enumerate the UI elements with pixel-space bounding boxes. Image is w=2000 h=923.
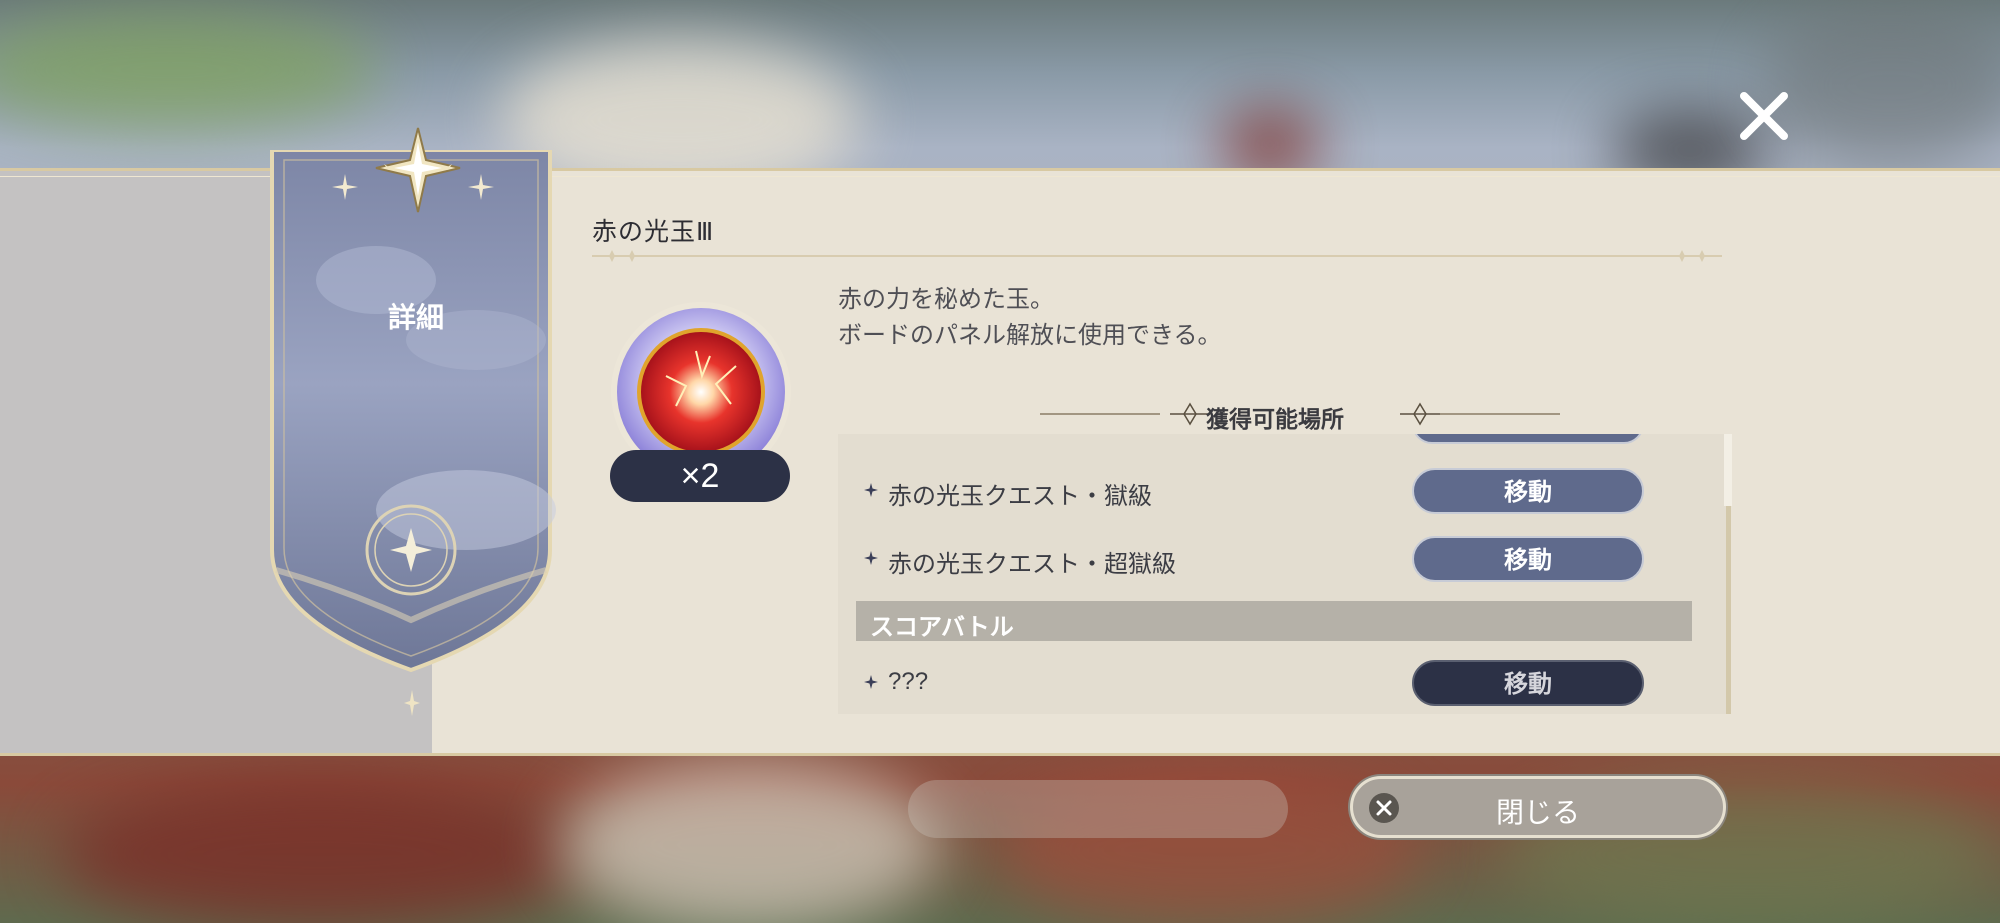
list-item: ??? 移動 xyxy=(838,650,1678,714)
compass-star-icon xyxy=(375,127,461,213)
sparkle-icon xyxy=(468,174,494,200)
description-line-2: ボードのパネル解放に使用できる。 xyxy=(838,322,1222,349)
tab-details-label[interactable]: 詳細 xyxy=(388,296,444,336)
title-divider xyxy=(592,250,1722,262)
move-button[interactable] xyxy=(1412,434,1644,444)
list-item: 赤の光玉クエスト・獄級 移動 xyxy=(838,458,1678,524)
source-label: 赤の光玉クエスト・獄級 xyxy=(888,483,1152,510)
source-label: 赤の光玉クエスト・超獄級 xyxy=(888,551,1176,578)
description-line-1: 赤の力を秘めた玉。 xyxy=(838,286,1054,313)
list-item xyxy=(838,434,1678,460)
item-description: 赤の力を秘めた玉。 ボードのパネル解放に使用できる。 xyxy=(838,282,1222,354)
sparkle-icon xyxy=(332,174,358,200)
detail-tab-banner xyxy=(266,148,556,680)
source-label: ??? xyxy=(888,668,929,695)
move-button[interactable]: 移動 xyxy=(1412,536,1644,582)
sources-list[interactable]: 赤の光玉クエスト・獄級 移動 赤の光玉クエスト・超獄級 移動 スコアバトル ??… xyxy=(838,434,1728,714)
close-icon[interactable] xyxy=(1736,88,1792,144)
item-title: 赤の光玉Ⅲ xyxy=(592,218,715,246)
move-button[interactable]: 移動 xyxy=(1412,660,1644,706)
section-label: スコアバトル xyxy=(870,614,1014,641)
sparkle-icon xyxy=(864,551,878,565)
sources-heading: 獲得可能場所 xyxy=(1206,406,1344,432)
section-header: スコアバトル xyxy=(856,601,1692,641)
faded-button xyxy=(908,780,1288,838)
close-button[interactable]: 閉じる xyxy=(1350,776,1726,838)
sparkle-icon xyxy=(864,483,878,497)
sparkle-icon xyxy=(404,690,420,716)
sparkle-icon xyxy=(864,675,878,689)
list-item: 赤の光玉クエスト・超獄級 移動 xyxy=(838,526,1678,592)
quantity-badge: ×2 xyxy=(610,450,790,502)
move-button[interactable]: 移動 xyxy=(1412,468,1644,514)
close-button-label: 閉じる xyxy=(1495,797,1580,828)
scrollbar-thumb[interactable] xyxy=(1724,434,1732,506)
